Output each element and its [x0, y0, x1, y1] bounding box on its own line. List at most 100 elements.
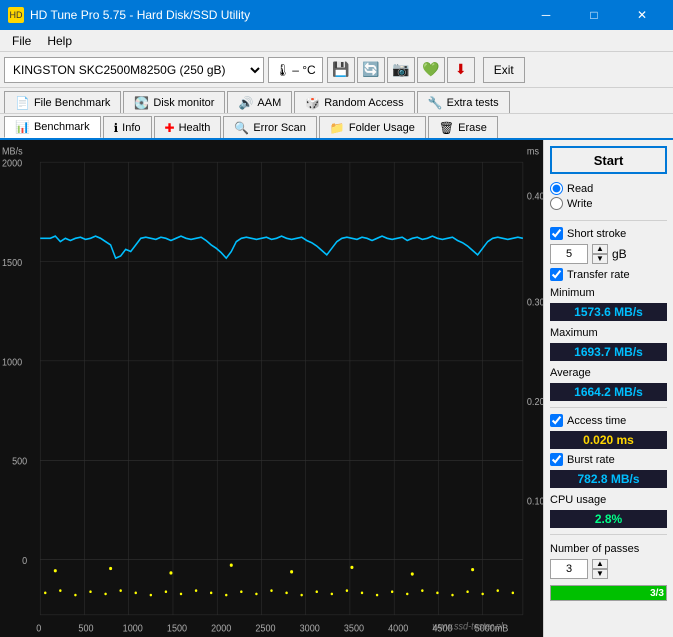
tab-health[interactable]: ✚ Health	[154, 116, 222, 138]
passes-row: ▲ ▼	[550, 559, 667, 579]
passes-input[interactable]	[550, 559, 588, 579]
random-access-icon: 🎲	[305, 96, 320, 110]
burst-rate-checkbox[interactable]	[550, 453, 563, 466]
file-benchmark-icon: 📄	[15, 96, 30, 110]
start-button[interactable]: Start	[550, 146, 667, 174]
menu-bar: File Help	[0, 30, 673, 52]
tab-info[interactable]: ℹ Info	[103, 116, 152, 138]
svg-text:2000: 2000	[2, 158, 22, 170]
divider-2	[550, 407, 667, 408]
progress-label: 3/3	[650, 588, 664, 599]
read-radio-label[interactable]: Read	[550, 182, 667, 195]
average-label: Average	[550, 367, 667, 379]
short-stroke-label[interactable]: Short stroke	[550, 227, 667, 240]
tab-extra-tests[interactable]: 🔧 Extra tests	[417, 91, 510, 113]
short-stroke-up[interactable]: ▲	[592, 244, 608, 254]
svg-text:ms: ms	[527, 146, 539, 158]
read-write-group: Read Write	[550, 178, 667, 214]
tabs-row-1: 📄 File Benchmark 💽 Disk monitor 🔊 AAM 🎲 …	[0, 88, 673, 114]
camera-icon[interactable]: 📷	[387, 57, 415, 83]
passes-down[interactable]: ▼	[592, 569, 608, 579]
app-icon: HD	[8, 7, 24, 23]
tab-aam[interactable]: 🔊 AAM	[227, 91, 292, 113]
svg-text:1000: 1000	[2, 357, 22, 369]
maximize-button[interactable]: □	[571, 0, 617, 30]
health-icon: ✚	[165, 121, 175, 135]
disk-icon-2[interactable]: 🔄	[357, 57, 385, 83]
svg-text:3000: 3000	[300, 623, 320, 635]
minimize-button[interactable]: ─	[523, 0, 569, 30]
svg-text:3500: 3500	[344, 623, 364, 635]
write-radio[interactable]	[550, 197, 563, 210]
extra-tests-icon: 🔧	[428, 96, 443, 110]
svg-text:0.30: 0.30	[527, 297, 543, 309]
progress-bar-container: 3/3	[550, 585, 667, 601]
burst-rate-label[interactable]: Burst rate	[550, 453, 667, 466]
toolbar: KINGSTON SKC2500M8250G (250 gB) 🌡 – °C 💾…	[0, 52, 673, 88]
transfer-rate-label[interactable]: Transfer rate	[550, 268, 667, 281]
download-icon[interactable]: ⬇	[447, 57, 475, 83]
minimum-label: Minimum	[550, 287, 667, 299]
svg-text:2000: 2000	[211, 623, 231, 635]
access-time-checkbox[interactable]	[550, 414, 563, 427]
passes-label: Number of passes	[550, 543, 667, 555]
maximum-label: Maximum	[550, 327, 667, 339]
tabs-row-2: 📊 Benchmark ℹ Info ✚ Health 🔍 Error Scan…	[0, 114, 673, 140]
exit-button[interactable]: Exit	[483, 57, 525, 83]
short-stroke-checkbox[interactable]	[550, 227, 563, 240]
tab-benchmark[interactable]: 📊 Benchmark	[4, 116, 101, 138]
transfer-rate-checkbox[interactable]	[550, 268, 563, 281]
menu-help[interactable]: Help	[39, 32, 80, 50]
benchmark-icon: 📊	[15, 120, 30, 134]
svg-text:1500: 1500	[167, 623, 187, 635]
thermometer-icon: 🌡	[275, 63, 290, 77]
close-button[interactable]: ✕	[619, 0, 665, 30]
menu-file[interactable]: File	[4, 32, 39, 50]
svg-text:1500: 1500	[2, 258, 22, 270]
divider-3	[550, 534, 667, 535]
svg-text:0.40: 0.40	[527, 191, 543, 203]
access-time-value: 0.020 ms	[550, 431, 667, 449]
tab-random-access[interactable]: 🎲 Random Access	[294, 91, 414, 113]
svg-text:500: 500	[12, 456, 27, 468]
main-area: MB/s 2000 1500 1000 500 0 ms 0.40 0.30 0…	[0, 140, 673, 637]
svg-text:MB/s: MB/s	[2, 146, 23, 158]
tab-error-scan[interactable]: 🔍 Error Scan	[223, 116, 317, 138]
right-panel: Start Read Write Short stroke ▲ ▼ gB	[543, 140, 673, 637]
cpu-usage-label: CPU usage	[550, 494, 667, 506]
read-radio[interactable]	[550, 182, 563, 195]
svg-text:2500: 2500	[255, 623, 275, 635]
tab-file-benchmark[interactable]: 📄 File Benchmark	[4, 91, 121, 113]
error-scan-icon: 🔍	[234, 121, 249, 135]
erase-icon: 🗑	[439, 121, 454, 135]
tab-folder-usage[interactable]: 📁 Folder Usage	[319, 116, 426, 138]
chart-area: MB/s 2000 1500 1000 500 0 ms 0.40 0.30 0…	[0, 140, 543, 637]
short-stroke-down[interactable]: ▼	[592, 254, 608, 264]
disk-monitor-icon: 💽	[134, 96, 149, 110]
save-icon[interactable]: 💚	[417, 57, 445, 83]
burst-rate-value: 782.8 MB/s	[550, 470, 667, 488]
divider-1	[550, 220, 667, 221]
svg-text:1000: 1000	[123, 623, 143, 635]
svg-text:500: 500	[78, 623, 93, 635]
short-stroke-spinner-buttons: ▲ ▼	[592, 244, 608, 264]
progress-bar-fill: 3/3	[551, 586, 666, 600]
average-value: 1664.2 MB/s	[550, 383, 667, 401]
write-radio-label[interactable]: Write	[550, 197, 667, 210]
passes-up[interactable]: ▲	[592, 559, 608, 569]
access-time-label[interactable]: Access time	[550, 414, 667, 427]
svg-text:0.10: 0.10	[527, 496, 543, 508]
short-stroke-input[interactable]	[550, 244, 588, 264]
title-text: HD Tune Pro 5.75 - Hard Disk/SSD Utility	[30, 8, 250, 22]
temp-display: 🌡 – °C	[268, 57, 323, 83]
disk-icon-1[interactable]: 💾	[327, 57, 355, 83]
svg-text:www.ssd-tester.pl: www.ssd-tester.pl	[432, 621, 503, 633]
passes-spinner-buttons: ▲ ▼	[592, 559, 608, 579]
svg-text:0: 0	[22, 556, 27, 568]
minimum-value: 1573.6 MB/s	[550, 303, 667, 321]
tab-disk-monitor[interactable]: 💽 Disk monitor	[123, 91, 225, 113]
drive-select[interactable]: KINGSTON SKC2500M8250G (250 gB)	[4, 57, 264, 83]
toolbar-icons: 💾 🔄 📷 💚 ⬇	[327, 57, 475, 83]
cpu-usage-value: 2.8%	[550, 510, 667, 528]
tab-erase[interactable]: 🗑 Erase	[428, 116, 498, 138]
